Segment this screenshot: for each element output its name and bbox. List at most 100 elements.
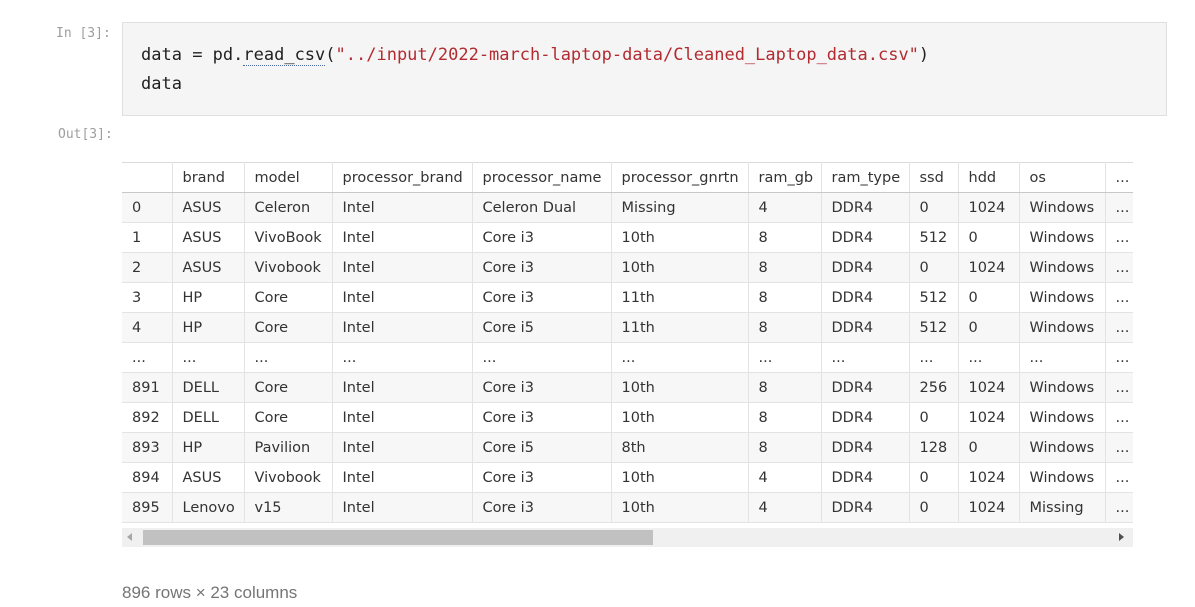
table-cell: 8 (748, 432, 822, 463)
table-cell: ... (748, 342, 822, 373)
table-cell: Core i5 (472, 432, 612, 463)
table-cell: 0 (958, 222, 1020, 253)
table-cell: 10th (611, 222, 749, 253)
table-cell: DELL (172, 402, 245, 433)
table-cell: DDR4 (821, 312, 910, 343)
code-var: data (141, 45, 182, 65)
table-cell: Windows (1019, 192, 1106, 223)
table-row: 1 ASUS VivoBook Intel Core i3 10th 8 DDR4 512 0 Wi… (122, 222, 1133, 253)
input-prompt: In [3]: (56, 26, 111, 41)
table-cell: 0 (909, 252, 959, 283)
code-assign: = (181, 45, 213, 65)
table-cell: 11th (611, 282, 749, 313)
table-cell: 256 (909, 372, 959, 403)
table-cell: ... (472, 342, 612, 373)
table-cell: 8 (748, 222, 822, 253)
table-cell: 1024 (958, 372, 1020, 403)
table-cell: DDR4 (821, 432, 910, 463)
table-cell: 1024 (958, 252, 1020, 283)
table-cell: Windows (1019, 282, 1106, 313)
output-prompt: Out[3]: (58, 127, 113, 142)
table-cell: Intel (332, 312, 473, 343)
table-cell: DDR4 (821, 372, 910, 403)
table-cell: 4 (748, 462, 822, 493)
table-cell: Celeron Dual (472, 192, 612, 223)
table-cell: 1024 (958, 192, 1020, 223)
table-body: 0 ASUS Celeron Intel Celeron Dual Missing 4 DDR… (122, 192, 1133, 523)
table-cell: ... (821, 342, 910, 373)
scroll-right-arrow-icon[interactable] (1119, 533, 1124, 541)
row-index: 892 (122, 402, 173, 433)
dataframe-shape-summary: 896 rows × 23 columns (122, 583, 298, 602)
row-index: 4 (122, 312, 173, 343)
table-cell: Intel (332, 282, 473, 313)
table-cell: ... (1105, 492, 1133, 523)
row-index: 0 (122, 192, 173, 223)
row-index: 1 (122, 222, 173, 253)
table-cell: ... (1105, 312, 1133, 343)
table-cell: Pavilion (244, 432, 333, 463)
table-cell: Intel (332, 402, 473, 433)
table-cell: ... (611, 342, 749, 373)
table-cell: ... (1105, 402, 1133, 433)
table-cell: Vivobook (244, 462, 333, 493)
table-cell: ... (1019, 342, 1106, 373)
scroll-left-arrow-icon[interactable] (127, 533, 132, 541)
table-cell: DDR4 (821, 222, 910, 253)
table-row: 3 HP Core Intel Core i3 11th 8 DDR4 512 0 Windows.… (122, 282, 1133, 313)
table-cell: 10th (611, 462, 749, 493)
table-cell: 0 (909, 402, 959, 433)
table-cell: 8 (748, 252, 822, 283)
table-cell: DDR4 (821, 252, 910, 283)
code-module: pd. (212, 45, 244, 65)
table-cell: Intel (332, 372, 473, 403)
table-cell: Core (244, 282, 333, 313)
code-line-1: data = pd.read_csv("../input/2022-march-… (141, 45, 929, 66)
table-cell: 8 (748, 312, 822, 343)
table-cell: ... (909, 342, 959, 373)
table-cell: DDR4 (821, 402, 910, 433)
table-row: 895 Lenovo v15 Intel Core i3 10th 4 DDR4 0 1024 Mi… (122, 492, 1133, 523)
table-row: 0 ASUS Celeron Intel Celeron Dual Missing 4 DDR… (122, 192, 1133, 223)
horizontal-scrollbar[interactable] (122, 528, 1133, 547)
table-row: 2 ASUS Vivobook Intel Core i3 10th 8 DDR4 0 1024 W… (122, 252, 1133, 283)
code-string: "../input/2022-march-laptop-data/Cleaned… (335, 45, 919, 65)
table-cell: DDR4 (821, 492, 910, 523)
table-cell: Core i5 (472, 312, 612, 343)
table-cell: ... (332, 342, 473, 373)
table-cell: ASUS (172, 222, 245, 253)
table-cell: Intel (332, 252, 473, 283)
table-cell: ... (1105, 192, 1133, 223)
table-cell: 1024 (958, 402, 1020, 433)
table-cell: 512 (909, 222, 959, 253)
table-cell: 4 (748, 492, 822, 523)
table-cell: 10th (611, 372, 749, 403)
code-cell[interactable]: data = pd.read_csv("../input/2022-march-… (122, 22, 1167, 116)
table-row: .................................... (122, 342, 1133, 373)
table-cell: ... (244, 342, 333, 373)
table-cell: Core i3 (472, 492, 612, 523)
table-cell: 0 (958, 282, 1020, 313)
table-cell: HP (172, 312, 245, 343)
table-cell: Windows (1019, 372, 1106, 403)
row-index: 894 (122, 462, 173, 493)
row-index: 893 (122, 432, 173, 463)
table-cell: Intel (332, 462, 473, 493)
table-cell: DELL (172, 372, 245, 403)
table-cell: HP (172, 282, 245, 313)
table-cell: Core i3 (472, 222, 612, 253)
table-cell: Windows (1019, 312, 1106, 343)
table-cell: ... (1105, 372, 1133, 403)
table-cell: Missing (611, 192, 749, 223)
table-cell: 128 (909, 432, 959, 463)
table-cell: 0 (958, 312, 1020, 343)
table-cell: Windows (1019, 432, 1106, 463)
column-header: ssd (909, 162, 959, 193)
dataframe-output: brand model processor_brand processor_name p… (122, 162, 1133, 548)
table-row: 892 DELL Core Intel Core i3 10th 8 DDR4 0 1024 Win… (122, 402, 1133, 433)
table-cell: Core (244, 402, 333, 433)
table-cell: Intel (332, 492, 473, 523)
table-cell: ... (1105, 282, 1133, 313)
index-header (122, 162, 173, 193)
scrollbar-thumb[interactable] (143, 530, 653, 545)
